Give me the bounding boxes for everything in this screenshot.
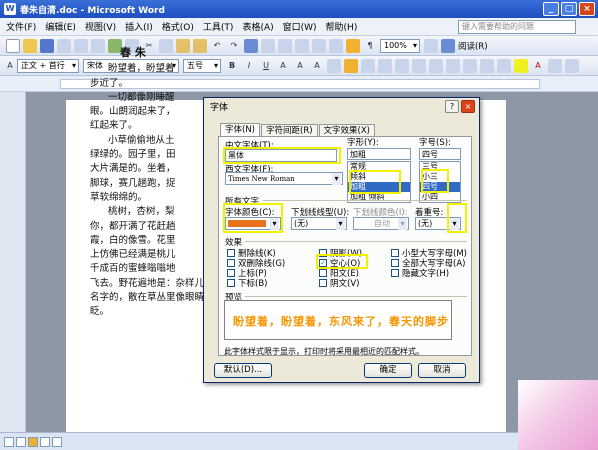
new-doc-icon[interactable] <box>6 38 20 53</box>
chinese-font-input[interactable]: 黑体 <box>225 149 337 162</box>
western-font-select[interactable]: Times New Roman <box>225 172 343 185</box>
separator <box>245 296 467 297</box>
maximize-button[interactable]: □ <box>561 2 577 16</box>
permission-icon[interactable] <box>57 38 71 53</box>
menu-edit[interactable]: 编辑(E) <box>45 20 76 33</box>
save-icon[interactable] <box>40 38 54 53</box>
styles-pane-icon[interactable]: A <box>6 59 14 73</box>
align-right-icon[interactable] <box>378 58 392 73</box>
subscript-checkbox[interactable]: 下标(B) <box>227 277 267 289</box>
font-color-icon[interactable]: A <box>531 59 545 73</box>
hidden-checkbox[interactable]: 隐藏文字(H) <box>391 267 449 279</box>
help-icon[interactable] <box>424 38 438 53</box>
engrave-checkbox[interactable]: 阴文(V) <box>319 277 359 289</box>
enclose-char-icon[interactable] <box>548 58 562 73</box>
style-select[interactable]: 正文 + 首行 <box>17 58 79 73</box>
line-spacing-icon[interactable] <box>412 58 426 73</box>
emphasis-select[interactable]: (无) <box>415 217 461 230</box>
font-dialog: 字体 ? × 字体(N) 字符间距(R) 文字效果(X) 中文字体(T): 黑体… <box>203 97 480 383</box>
dialog-help-button[interactable]: ? <box>445 100 459 113</box>
list-item[interactable]: 常规 <box>348 162 410 172</box>
web-view-icon[interactable] <box>16 436 26 447</box>
menu-insert[interactable]: 插入(I) <box>125 20 153 33</box>
list-item[interactable]: 小三 <box>420 172 460 182</box>
bullets-icon[interactable] <box>446 58 460 73</box>
separator <box>263 200 467 201</box>
word-logo-icon: W <box>4 3 16 15</box>
decrease-indent-icon[interactable] <box>463 58 477 73</box>
checkbox-label: 阴文(V) <box>330 279 360 289</box>
paragraph-line: 步近了。 <box>90 77 129 89</box>
help-search-input[interactable]: 键入需要帮助的问题 <box>458 20 576 34</box>
normal-view-icon[interactable] <box>4 436 14 447</box>
menu-format[interactable]: 格式(O) <box>162 20 194 33</box>
list-item[interactable]: 加粗 <box>348 182 410 192</box>
open-folder-icon[interactable] <box>23 38 37 53</box>
document-title: 春 朱 <box>120 46 146 59</box>
zoom-select[interactable]: 100% <box>380 38 420 53</box>
cancel-button[interactable]: 取消 <box>418 363 466 378</box>
menu-tools[interactable]: 工具(T) <box>203 20 234 33</box>
menu-help[interactable]: 帮助(H) <box>326 20 358 33</box>
read-icon[interactable] <box>441 38 455 53</box>
list-item[interactable]: 倾斜 <box>348 172 410 182</box>
title-bar: W 春朱自清.doc - Microsoft Word _ □ × <box>0 0 598 18</box>
underline-color-select[interactable]: 自动 <box>353 217 409 230</box>
checkbox-label: 下标(B) <box>238 279 268 289</box>
close-button[interactable]: × <box>579 2 595 16</box>
preview-box: 盼望着，盼望着，东风来了，春天的脚步 <box>224 300 452 340</box>
reading-view-icon[interactable] <box>52 436 62 447</box>
status-bar <box>0 432 598 450</box>
font-style-list[interactable]: 常规 倾斜 加粗 加粗 倾斜 <box>347 161 411 203</box>
vertical-ruler <box>0 92 26 432</box>
print-icon[interactable] <box>74 38 88 53</box>
highlight-icon[interactable] <box>514 58 528 73</box>
paragraph-line: 盼望着，盼望着 <box>108 63 175 75</box>
font-size-list[interactable]: 三号 小三 四号 小四 <box>419 161 461 203</box>
default-button[interactable]: 默认(D)... <box>214 363 272 378</box>
ok-button[interactable]: 确定 <box>364 363 412 378</box>
menu-view[interactable]: 视图(V) <box>85 20 116 33</box>
outside-border-icon[interactable] <box>497 58 511 73</box>
numbering-icon[interactable] <box>429 58 443 73</box>
minimize-button[interactable]: _ <box>543 2 559 16</box>
menu-table[interactable]: 表格(A) <box>242 20 273 33</box>
tab-font[interactable]: 字体(N) <box>220 123 260 137</box>
separator <box>245 241 467 242</box>
phonetic-guide-icon[interactable] <box>565 58 579 73</box>
background-decoration <box>518 380 598 450</box>
show-hide-icon[interactable]: ¶ <box>363 39 377 53</box>
distributed-icon[interactable] <box>395 58 409 73</box>
checkmark-icon: ✓ <box>319 259 327 267</box>
dialog-close-button[interactable]: × <box>461 100 475 113</box>
font-style-input[interactable]: 加粗 <box>347 148 411 160</box>
font-size-input[interactable]: 四号 <box>419 148 461 160</box>
dialog-title: 字体 <box>204 98 479 115</box>
underline-style-select[interactable]: (无) <box>291 217 347 230</box>
preview-note: 此字体样式限于显示，打印时将采用最相近的匹配样式。 <box>224 347 424 356</box>
window-title: 春朱自清.doc - Microsoft Word <box>20 5 165 16</box>
read-button[interactable]: 阅读(R) <box>458 40 488 52</box>
font-color-swatch <box>228 220 266 227</box>
font-color-select[interactable] <box>225 217 281 230</box>
align-center-icon[interactable] <box>361 58 375 73</box>
outline-view-icon[interactable] <box>40 436 50 447</box>
print-view-icon[interactable] <box>28 436 38 447</box>
increase-indent-icon[interactable] <box>480 58 494 73</box>
list-item[interactable]: 四号 <box>420 182 460 192</box>
list-item[interactable]: 三号 <box>420 162 460 172</box>
preview-text: 盼望着，盼望着，东风来了，春天的脚步 <box>233 315 449 328</box>
menu-file[interactable]: 文件(F) <box>6 20 36 33</box>
font-size-label: 字号(S): <box>419 138 451 148</box>
font-style-label: 字形(Y): <box>347 138 379 148</box>
checkbox-label: 隐藏文字(H) <box>402 269 450 279</box>
menu-window[interactable]: 窗口(W) <box>283 20 317 33</box>
